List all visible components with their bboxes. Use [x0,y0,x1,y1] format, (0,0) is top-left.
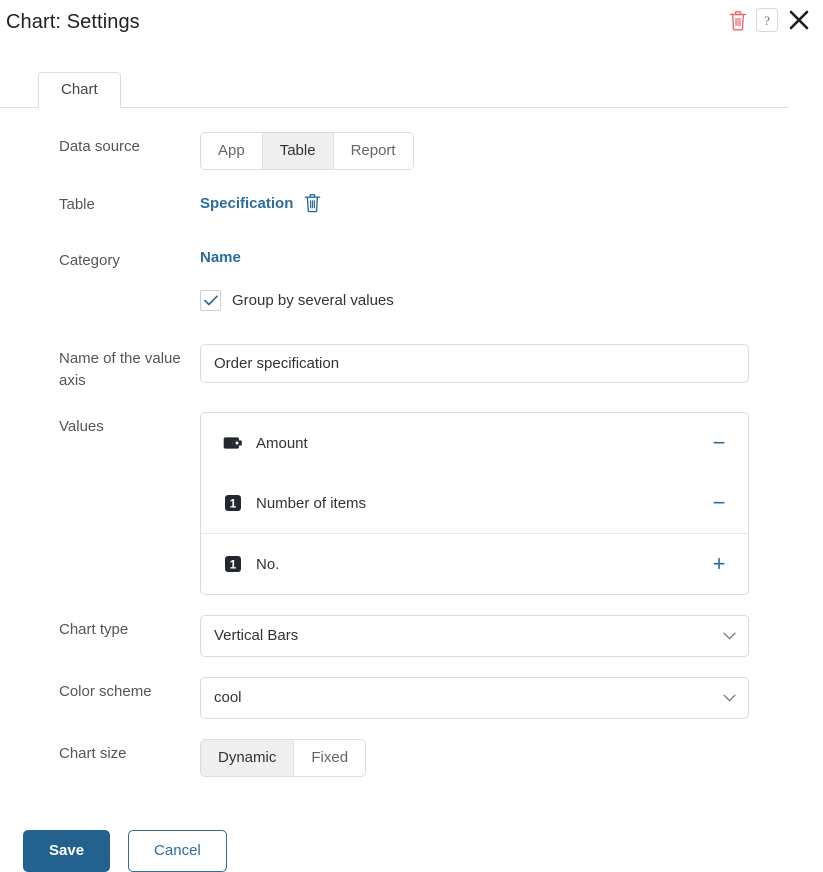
data-source-field: App Table Report [200,132,823,170]
segment-app[interactable]: App [201,133,263,169]
list-item: 1 No. + [201,533,748,594]
segment-dynamic[interactable]: Dynamic [201,740,295,776]
help-button[interactable]: ? [756,8,778,32]
segment-report[interactable]: Report [333,133,413,169]
value-axis-label: Name of the value axis [59,350,181,389]
help-question-icon: ? [764,12,770,28]
number-field-icon: 1 [223,493,243,513]
svg-text:1: 1 [230,558,237,572]
cancel-button[interactable]: Cancel [128,830,227,872]
wallet-icon [223,433,243,453]
trash-icon[interactable] [304,193,321,213]
row-chart-type: Chart type Vertical Bars [0,615,823,657]
chart-size-label: Chart size [59,745,127,762]
category-field: Name [200,246,823,266]
table-value-row: Specification [200,190,749,213]
value-axis-field [200,344,823,383]
color-scheme-select[interactable]: cool [200,677,749,719]
table-field: Specification [200,190,823,213]
close-button[interactable] [787,8,811,32]
tab-strip: Chart [0,70,823,108]
row-values: Values Amount − 1 Number of items − 1 No… [0,412,823,595]
remove-value-button[interactable]: − [706,432,732,454]
dialog-footer: Save Cancel [0,797,823,872]
group-by-checkbox[interactable] [200,290,221,311]
svg-text:1: 1 [230,497,237,511]
value-item-name: No. [256,555,280,573]
group-by-checkbox-row[interactable]: Group by several values [200,288,749,311]
row-data-source: Data source App Table Report [0,132,823,170]
delete-chart-button[interactable] [729,10,747,31]
value-item-name: Number of items [256,494,367,512]
values-field: Amount − 1 Number of items − 1 No. + [200,412,823,595]
save-button[interactable]: Save [23,830,111,872]
chart-type-select[interactable]: Vertical Bars [200,615,749,657]
chart-type-label: Chart type [59,621,129,638]
row-value-axis: Name of the value axis [0,344,823,392]
tab-chart[interactable]: Chart [38,72,121,108]
values-label: Values [59,418,104,435]
color-scheme-select-wrap: cool [200,677,749,719]
color-scheme-label: Color scheme [59,683,152,700]
page-title: Chart: Settings [6,10,140,33]
chart-size-segmented-control: Dynamic Fixed [200,739,367,777]
list-item: 1 Number of items − [201,473,748,533]
values-list: Amount − 1 Number of items − 1 No. + [200,412,749,595]
table-link[interactable]: Specification [200,195,293,212]
chart-size-field: Dynamic Fixed [200,739,823,777]
row-color-scheme: Color scheme cool [0,677,823,719]
group-by-spacer [0,288,200,292]
check-icon [203,295,218,306]
dialog-header: Chart: Settings ? [0,0,823,44]
add-value-button[interactable]: + [706,553,732,575]
group-by-field: Group by several values [200,288,823,311]
color-scheme-field: cool [200,677,823,719]
row-category: Category Name [0,246,823,282]
category-label: Category [59,252,120,269]
segment-table[interactable]: Table [262,133,334,169]
value-axis-input[interactable] [200,344,749,383]
table-label: Table [59,196,95,213]
category-link[interactable]: Name [200,249,241,266]
segment-fixed[interactable]: Fixed [294,740,366,776]
data-source-segmented-control: App Table Report [200,132,414,170]
value-item-name: Amount [256,434,308,452]
close-icon [789,10,809,30]
remove-value-button[interactable]: − [706,492,732,514]
list-item: Amount − [201,413,748,473]
chart-type-field: Vertical Bars [200,615,823,657]
header-actions: ? [729,8,811,32]
row-chart-size: Chart size Dynamic Fixed [0,739,823,777]
trash-icon [729,10,747,30]
settings-form: Data source App Table Report Table Speci… [0,108,823,777]
group-by-checkbox-label[interactable]: Group by several values [232,292,394,309]
data-source-label: Data source [59,138,140,155]
number-field-icon: 1 [223,554,243,574]
row-table: Table Specification [0,190,823,226]
category-value-row: Name [200,246,749,266]
chart-type-select-wrap: Vertical Bars [200,615,749,657]
row-group-by: Group by several values [0,288,823,324]
